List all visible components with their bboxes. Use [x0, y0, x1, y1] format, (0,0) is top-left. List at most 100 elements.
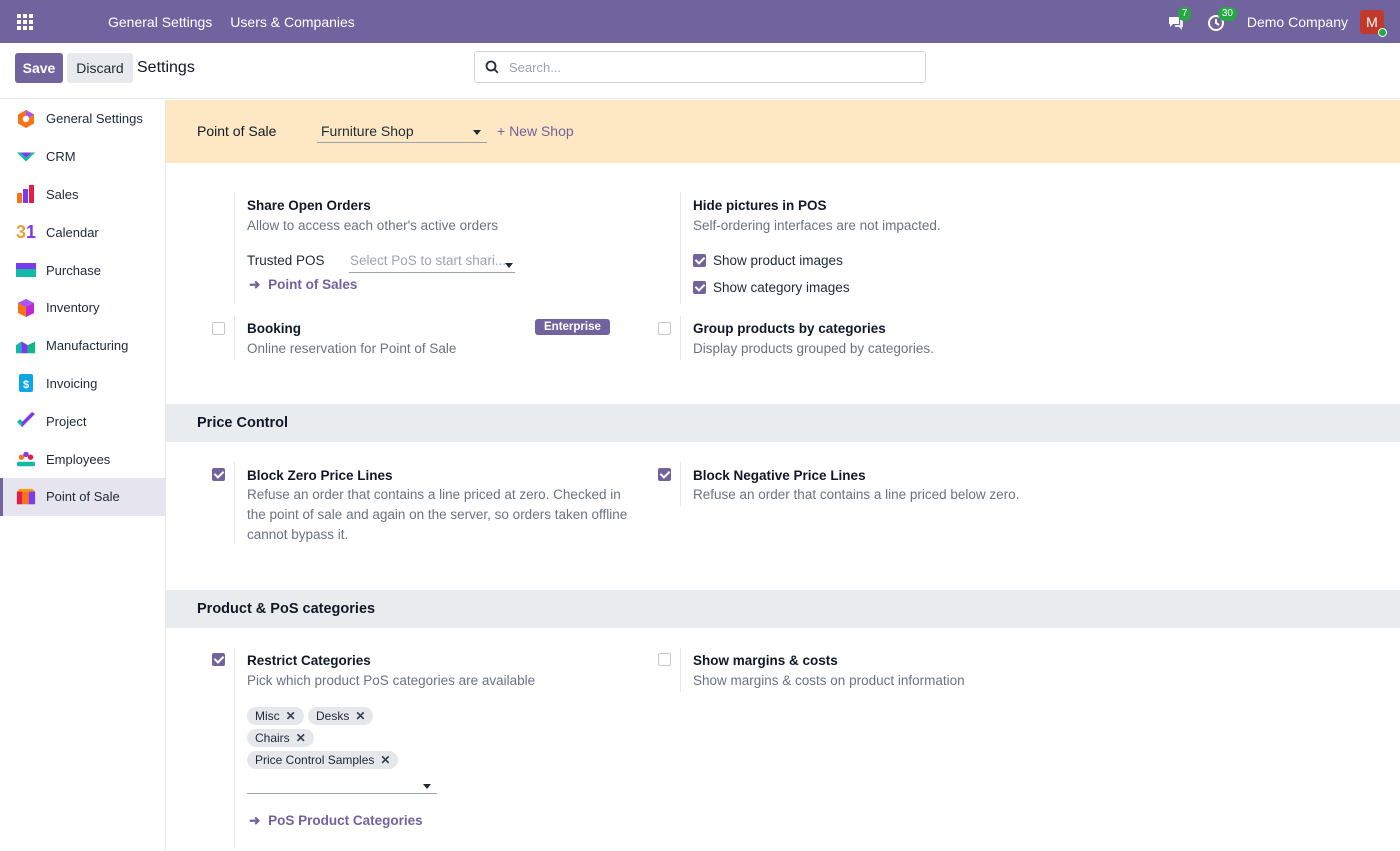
sidebar-item-calendar[interactable]: 31 Calendar [0, 213, 165, 251]
menu-users-companies[interactable]: Users & Companies [230, 14, 355, 30]
setting-divider [234, 648, 235, 848]
setting-divider [680, 316, 681, 360]
arrow-right-icon: ➜ [249, 813, 261, 828]
search-icon [485, 60, 499, 74]
category-tag: Desks ✕ [308, 707, 374, 725]
manufacturing-icon [16, 336, 36, 356]
pos-product-categories-link-label: PoS Product Categories [268, 813, 423, 828]
setting-divider [234, 192, 235, 304]
project-icon [16, 411, 36, 431]
sidebar-item-label: Point of Sale [46, 489, 120, 505]
sidebar-item-label: Invoicing [46, 375, 98, 391]
tag-label: Price Control Samples [255, 753, 375, 767]
point-of-sales-link-label: Point of Sales [268, 277, 358, 292]
booking-title: Booking [247, 321, 301, 336]
user-avatar[interactable]: M [1360, 9, 1387, 37]
sidebar-item-inventory[interactable]: Inventory [0, 289, 165, 327]
shop-selector[interactable]: Furniture Shop [317, 120, 487, 143]
chevron-down-icon [423, 784, 431, 789]
tag-label: Chairs [255, 731, 290, 745]
show-product-images-checkbox[interactable] [693, 254, 706, 267]
show-category-images-checkbox[interactable] [693, 281, 706, 294]
tag-label: Misc [255, 709, 280, 723]
messaging-icon[interactable]: 7 [1167, 6, 1192, 33]
block-zero-price-checkbox[interactable] [212, 468, 225, 481]
block-zero-price-desc-line-1: Refuse an order that contains a line pri… [247, 487, 621, 502]
hide-pictures-title: Hide pictures in POS [693, 198, 827, 213]
sidebar-item-employees[interactable]: Employees [0, 440, 165, 478]
show-category-images-label: Show category images [713, 280, 850, 295]
inventory-icon [16, 298, 36, 318]
category-tags-input[interactable] [247, 776, 437, 794]
setting-divider [680, 648, 681, 692]
sidebar-item-purchase[interactable]: Purchase [0, 251, 165, 289]
sidebar-item-invoicing[interactable]: $ Invoicing [0, 365, 165, 403]
booking-desc: Online reservation for Point of Sale [247, 341, 457, 356]
employees-icon [16, 449, 36, 469]
sidebar-item-label: Manufacturing [46, 338, 129, 354]
restrict-categories-checkbox[interactable] [212, 653, 225, 666]
sidebar-item-label: CRM [46, 149, 76, 165]
sidebar-item-general-settings[interactable]: General Settings [0, 100, 165, 138]
share-open-orders-title: Share Open Orders [247, 198, 371, 213]
sidebar-item-manufacturing[interactable]: Manufacturing [0, 327, 165, 365]
activity-clock-icon[interactable]: 30 [1207, 6, 1237, 33]
trusted-pos-placeholder: Select PoS to start shari... [350, 253, 507, 268]
block-zero-price-desc-line-3: cannot bypass it. [247, 527, 349, 542]
category-tag: Misc ✕ [247, 707, 304, 725]
restrict-categories-desc: Pick which product PoS categories are av… [247, 673, 536, 688]
show-margins-checkbox[interactable] [658, 653, 671, 666]
close-icon[interactable]: ✕ [380, 751, 390, 769]
sidebar-item-label: Employees [46, 451, 111, 467]
category-tag: Chairs ✕ [247, 729, 314, 747]
hide-pictures-desc: Self-ordering interfaces are not impacte… [693, 218, 941, 233]
block-negative-price-checkbox[interactable] [658, 468, 671, 481]
company-switcher[interactable]: Demo Company [1247, 14, 1348, 30]
group-products-desc: Display products grouped by categories. [693, 341, 934, 356]
sidebar-item-crm[interactable]: CRM [0, 138, 165, 176]
calendar-icon: 31 [15, 221, 37, 242]
booking-checkbox[interactable] [212, 322, 225, 335]
general-settings-icon [16, 109, 36, 129]
new-shop-button[interactable]: + New Shop [497, 123, 574, 139]
apps-menu-icon[interactable] [0, 0, 50, 43]
point-of-sales-link[interactable]: ➜ Point of Sales [249, 277, 357, 293]
group-products-title: Group products by categories [693, 321, 886, 336]
tag-label: Desks [316, 709, 350, 723]
block-zero-price-desc-line-2: the point of sale and again on the serve… [247, 507, 628, 522]
block-zero-price-title: Block Zero Price Lines [247, 468, 393, 483]
menu-general-settings[interactable]: General Settings [108, 14, 212, 30]
sidebar-item-label: Calendar [46, 224, 99, 240]
top-navbar: General Settings Users & Companies 7 30 … [0, 0, 1400, 43]
sidebar-item-label: General Settings [46, 111, 143, 127]
crm-icon [16, 147, 36, 167]
save-button[interactable]: Save [15, 53, 63, 83]
selected-shop: Furniture Shop [321, 123, 414, 139]
categories-section-header: Product & PoS categories [166, 590, 1400, 628]
setting-divider [234, 316, 235, 360]
setting-divider [234, 462, 235, 544]
close-icon[interactable]: ✕ [286, 707, 296, 725]
search-bar[interactable] [474, 51, 926, 83]
pos-product-categories-link[interactable]: ➜ PoS Product Categories [249, 813, 423, 829]
sidebar-item-label: Purchase [46, 262, 101, 278]
trusted-pos-select[interactable]: Select PoS to start shari... [349, 253, 515, 273]
group-products-checkbox[interactable] [658, 322, 671, 335]
share-open-orders-desc: Allow to access each other's active orde… [247, 218, 498, 233]
pos-shop-bar: Point of Sale Furniture Shop + New Shop [166, 100, 1400, 163]
close-icon[interactable]: ✕ [296, 729, 306, 747]
show-product-images-label: Show product images [713, 253, 843, 268]
search-input[interactable] [509, 59, 909, 75]
sidebar-item-label: Sales [46, 186, 79, 202]
discard-button[interactable]: Discard [67, 53, 133, 83]
sidebar-item-sales[interactable]: Sales [0, 176, 165, 214]
svg-text:$: $ [23, 379, 29, 391]
setting-divider [680, 462, 681, 506]
close-icon[interactable]: ✕ [355, 707, 365, 725]
show-margins-desc: Show margins & costs on product informat… [693, 673, 965, 688]
systray: 7 30 Demo Company M [1167, 0, 1400, 43]
arrow-right-icon: ➜ [249, 277, 261, 292]
messages-count-badge: 7 [1177, 6, 1192, 21]
sidebar-item-project[interactable]: Project [0, 402, 165, 440]
sidebar-item-point-of-sale[interactable]: Point of Sale [0, 477, 165, 516]
